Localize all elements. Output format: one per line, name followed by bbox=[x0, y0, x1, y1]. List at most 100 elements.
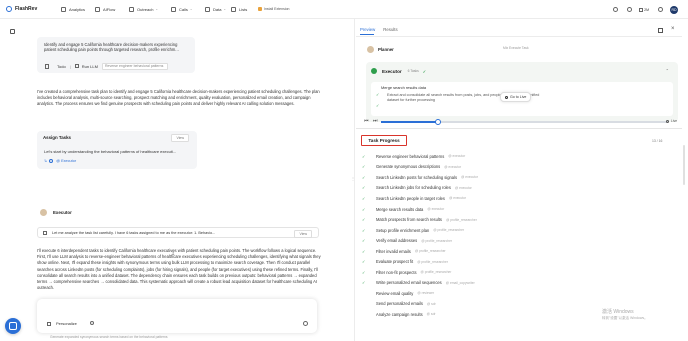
nav-item-calls[interactable]: Calls ⌄ bbox=[171, 6, 205, 12]
progress-handle[interactable] bbox=[435, 118, 442, 125]
user-message-text: Identify and engage 5 California healthc… bbox=[44, 42, 179, 53]
composer-hint: Generate expanded synonymous search term… bbox=[50, 335, 168, 339]
credits-badge[interactable]: 2M bbox=[639, 7, 649, 12]
task-item[interactable]: ✓ Review email quality@ reviewer bbox=[362, 288, 672, 299]
tab-preview[interactable]: Preview bbox=[360, 27, 375, 32]
expand-icon[interactable] bbox=[658, 28, 663, 33]
task-item[interactable]: ✓ Verify email addresses @ profile_researc… bbox=[362, 235, 672, 246]
brand[interactable]: FlashRev bbox=[6, 6, 46, 12]
document-icon bbox=[43, 230, 47, 235]
task-label: Send personalized emails bbox=[376, 301, 423, 307]
chevron-up-icon[interactable]: ⌃ bbox=[666, 68, 669, 73]
live-indicator[interactable]: Live bbox=[666, 119, 677, 123]
install-extension-link[interactable]: Install Extension bbox=[258, 7, 290, 11]
extension-icon bbox=[258, 7, 262, 11]
sidebar-toggle-icon[interactable] bbox=[10, 29, 15, 34]
play-pause-icon[interactable]: ⏮ bbox=[364, 118, 369, 124]
go-to-live-button[interactable]: Go to Live bbox=[500, 92, 532, 102]
task-item[interactable]: ✓ Merge search results data @ executor bbox=[362, 204, 672, 215]
aiflow-icon bbox=[95, 6, 100, 12]
task-assignee: @ profile_researcher bbox=[421, 238, 453, 243]
avatar[interactable]: RD bbox=[670, 5, 678, 14]
chevron-down-icon: ⌄ bbox=[155, 7, 158, 11]
tool-call-row: Todo | Run LLM bbox=[45, 60, 197, 72]
personalize-label: Personalize bbox=[56, 321, 77, 326]
install-extension-label: Install Extension bbox=[264, 7, 290, 11]
phone-icon bbox=[171, 6, 176, 12]
nav-item-analytics[interactable]: Analytics bbox=[61, 6, 95, 12]
windows-activation-watermark: 激活 Windows 转到"设置"以激活 Windows。 bbox=[602, 309, 648, 321]
task-item[interactable]: ✓ Match prospects from search results @ pr… bbox=[362, 214, 672, 225]
message-composer[interactable]: Personalize bbox=[37, 299, 317, 333]
check-icon: ✓ bbox=[376, 92, 380, 97]
check-icon: ✓ bbox=[362, 185, 366, 191]
task-assignee: @ sdr bbox=[426, 312, 436, 317]
task-item[interactable]: ✓ Evaluate prospect fit @ profile_research… bbox=[362, 256, 672, 267]
assignee[interactable]: ↳ @ Executor bbox=[44, 158, 76, 163]
replay-player: ⏮ ⏭ Live bbox=[362, 118, 682, 126]
task-list: ✓ Reverse engineer behavioral patterns @ e… bbox=[362, 151, 672, 320]
task-label: Review email quality bbox=[376, 290, 414, 296]
nav-item-outreach[interactable]: Outreach ⌄ bbox=[129, 6, 171, 12]
bell-icon[interactable] bbox=[627, 7, 633, 12]
task-item[interactable]: ✓ Send personalized emails@ sdr bbox=[362, 299, 672, 310]
task-label: Write personalized email sequences bbox=[376, 280, 442, 286]
chat-support-button[interactable] bbox=[5, 318, 21, 334]
plan-summary: I've created a comprehensive task plan t… bbox=[37, 89, 320, 107]
help-icon[interactable] bbox=[658, 7, 663, 12]
task-assignee: @ executor bbox=[461, 175, 478, 180]
tab-results[interactable]: Results bbox=[383, 27, 397, 32]
top-nav-bar: FlashRev Analytics AIFlow Outreach ⌄ Cal… bbox=[0, 0, 688, 19]
task-label: Search LinkedIn jobs for scheduling role… bbox=[376, 185, 451, 191]
assign-tasks-text: Let's start by understanding the behavio… bbox=[44, 149, 177, 154]
task-assignee: @ profile_researcher bbox=[417, 259, 448, 264]
close-icon[interactable]: × bbox=[671, 26, 675, 32]
live-label: Live bbox=[671, 119, 678, 123]
task-progress-count[interactable]: 13 / 16 bbox=[652, 139, 662, 143]
assign-view-button[interactable]: View bbox=[171, 134, 189, 142]
skip-next-icon[interactable]: ⏭ bbox=[373, 118, 378, 124]
task-assignee: @ email_copywriter bbox=[445, 280, 475, 285]
check-icon: ✓ bbox=[362, 269, 366, 275]
rocket-icon[interactable] bbox=[613, 7, 619, 12]
scroll-down-icon[interactable]: ⤓ bbox=[172, 250, 178, 256]
chat-icon bbox=[9, 322, 17, 330]
task-item[interactable]: ✓ Write personalized email sequences @ ema… bbox=[362, 278, 672, 289]
task-progress-title: Task Progress bbox=[361, 135, 407, 146]
task-item[interactable]: ✓ Filter non-fit prospects @ profile_resea… bbox=[362, 267, 672, 278]
watermark-subtitle: 转到"设置"以激活 Windows。 bbox=[602, 316, 648, 320]
send-icon[interactable] bbox=[303, 321, 308, 326]
check-icon: ✓ bbox=[362, 164, 366, 170]
nav-item-data[interactable]: Data ⌄ bbox=[205, 6, 231, 12]
task-item[interactable]: ✓ Search LinkedIn jobs for scheduling rol… bbox=[362, 183, 672, 194]
resize-handle-icon[interactable]: ⋮ bbox=[351, 176, 355, 181]
chevron-down-icon: ⌄ bbox=[189, 7, 193, 11]
check-icon: ✓ bbox=[362, 238, 366, 244]
divider bbox=[356, 36, 682, 37]
scrollbar[interactable] bbox=[683, 145, 685, 185]
personalize-button[interactable]: Personalize bbox=[47, 321, 77, 326]
executor-view-button[interactable]: View bbox=[294, 230, 312, 238]
preview-tabs: Preview Results bbox=[360, 27, 406, 32]
task-label: Evaluate prospect fit bbox=[376, 259, 414, 265]
task-item[interactable]: ✓ Generate synonymous descriptions @ execu… bbox=[362, 162, 672, 173]
gear-icon[interactable] bbox=[90, 321, 94, 325]
divider bbox=[356, 128, 682, 129]
task-assignee: @ profile_researcher bbox=[414, 249, 446, 254]
executor-name: Executor bbox=[53, 210, 72, 215]
nav-item-lists[interactable]: Lists bbox=[231, 6, 258, 12]
pending-icon: ✓ bbox=[362, 291, 370, 296]
task-assignee: @ profile_researcher bbox=[433, 228, 465, 233]
task-item[interactable]: ✓ Filter invalid emails @ profile_research… bbox=[362, 246, 672, 257]
task-item[interactable]: ✓ Search LinkedIn people in target roles @… bbox=[362, 193, 672, 204]
task-item[interactable]: ✓ Search LinkedIn posts for scheduling si… bbox=[362, 172, 672, 183]
task-assignee: @ executor bbox=[427, 207, 445, 211]
nav-item-aiflow[interactable]: AIFlow bbox=[95, 6, 129, 12]
executor-panel-header[interactable]: Executor 6 Tasks ✓ bbox=[371, 68, 426, 74]
executor-thought-text: Let me analyze the task list carefully. … bbox=[52, 230, 216, 235]
task-item[interactable]: ✓ Setup profile enrichment plan @ profile_… bbox=[362, 225, 672, 236]
pending-icon: ✓ bbox=[362, 312, 370, 317]
tool-input-field[interactable] bbox=[101, 62, 168, 70]
credits-value: 2M bbox=[644, 7, 649, 12]
task-item[interactable]: ✓ Reverse engineer behavioral patterns @ e… bbox=[362, 151, 672, 162]
